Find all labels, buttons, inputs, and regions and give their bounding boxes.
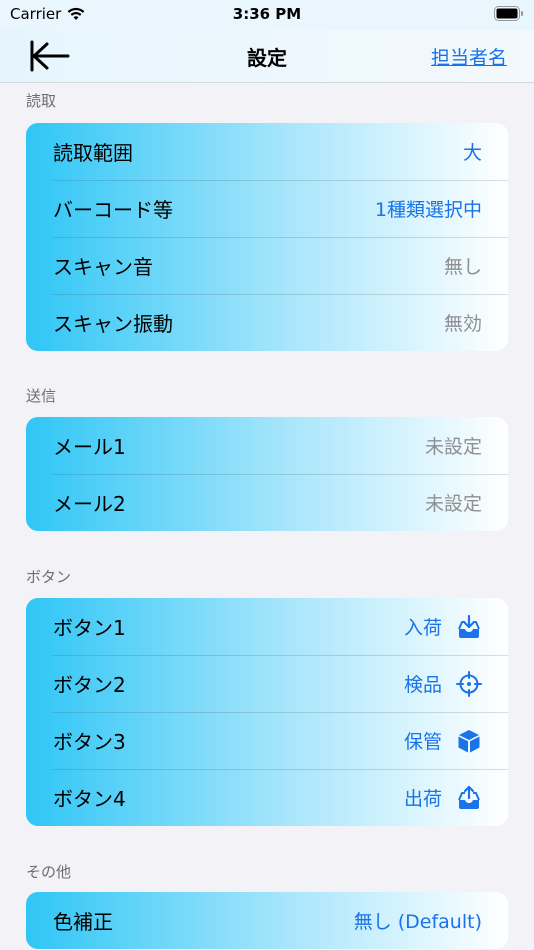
tray-upload-icon <box>456 785 482 811</box>
row-value: 保管 <box>403 731 442 753</box>
row-value: 検品 <box>403 674 442 696</box>
row-label: メール2 <box>53 492 126 516</box>
mail-1-row[interactable]: メール1 未設定 <box>26 417 508 474</box>
scan-settings-group: 読取範囲 大 バーコード等 1種類選択中 スキャン音 無し スキャン振動 無効 <box>26 123 508 351</box>
box-icon <box>456 728 482 754</box>
button-1-row[interactable]: ボタン1 入荷 <box>26 598 508 655</box>
battery-icon <box>494 6 523 21</box>
scan-vibration-row[interactable]: スキャン振動 無効 <box>26 294 508 351</box>
button-2-row[interactable]: ボタン2 検品 <box>26 655 508 712</box>
status-time: 3:36 PM <box>232 5 302 23</box>
scan-sound-row[interactable]: スキャン音 無し <box>26 237 508 294</box>
button-3-row[interactable]: ボタン3 保管 <box>26 712 508 769</box>
row-value: 1種類選択中 <box>374 199 482 221</box>
crosshair-icon <box>456 670 482 697</box>
row-label: 読取範囲 <box>53 141 133 165</box>
section-header-other: その他 <box>26 863 72 881</box>
mail-2-row[interactable]: メール2 未設定 <box>26 474 508 531</box>
row-value: 未設定 <box>424 493 482 515</box>
button-4-row[interactable]: ボタン4 出荷 <box>26 769 508 826</box>
scan-range-row[interactable]: 読取範囲 大 <box>26 123 508 180</box>
row-value: 未設定 <box>424 436 482 458</box>
row-label: 色補正 <box>53 910 113 934</box>
row-label: メール1 <box>53 435 126 459</box>
row-label: バーコード等 <box>53 198 173 222</box>
section-header-send: 送信 <box>26 387 57 405</box>
send-settings-group: メール1 未設定 メール2 未設定 <box>26 417 508 531</box>
status-bar: Carrier 3:36 PM <box>0 0 534 30</box>
row-value: 出荷 <box>403 788 442 810</box>
other-settings-group: 色補正 無し (Default) <box>26 892 508 949</box>
barcode-type-row[interactable]: バーコード等 1種類選択中 <box>26 180 508 237</box>
color-correction-row[interactable]: 色補正 無し (Default) <box>26 892 508 949</box>
row-label: ボタン4 <box>53 787 126 811</box>
row-value: 無し <box>443 256 482 278</box>
row-label: スキャン振動 <box>53 312 173 336</box>
row-value: 大 <box>462 142 482 164</box>
section-header-scan: 読取 <box>26 92 57 110</box>
tray-download-icon <box>456 614 482 640</box>
row-label: ボタン3 <box>53 730 126 754</box>
row-value: 無し (Default) <box>353 911 482 933</box>
row-value: 入荷 <box>403 617 442 639</box>
row-label: スキャン音 <box>53 255 153 279</box>
button-settings-group: ボタン1 入荷 ボタン2 検品 ボタン3 保管 ボタン4 出荷 <box>26 598 508 826</box>
row-label: ボタン2 <box>53 673 126 697</box>
row-value: 無効 <box>443 313 482 335</box>
staff-name-link[interactable]: 担当者名 <box>431 43 507 70</box>
navigation-bar: 設定 担当者名 <box>0 30 534 83</box>
section-header-buttons: ボタン <box>26 568 72 586</box>
row-label: ボタン1 <box>53 616 126 640</box>
